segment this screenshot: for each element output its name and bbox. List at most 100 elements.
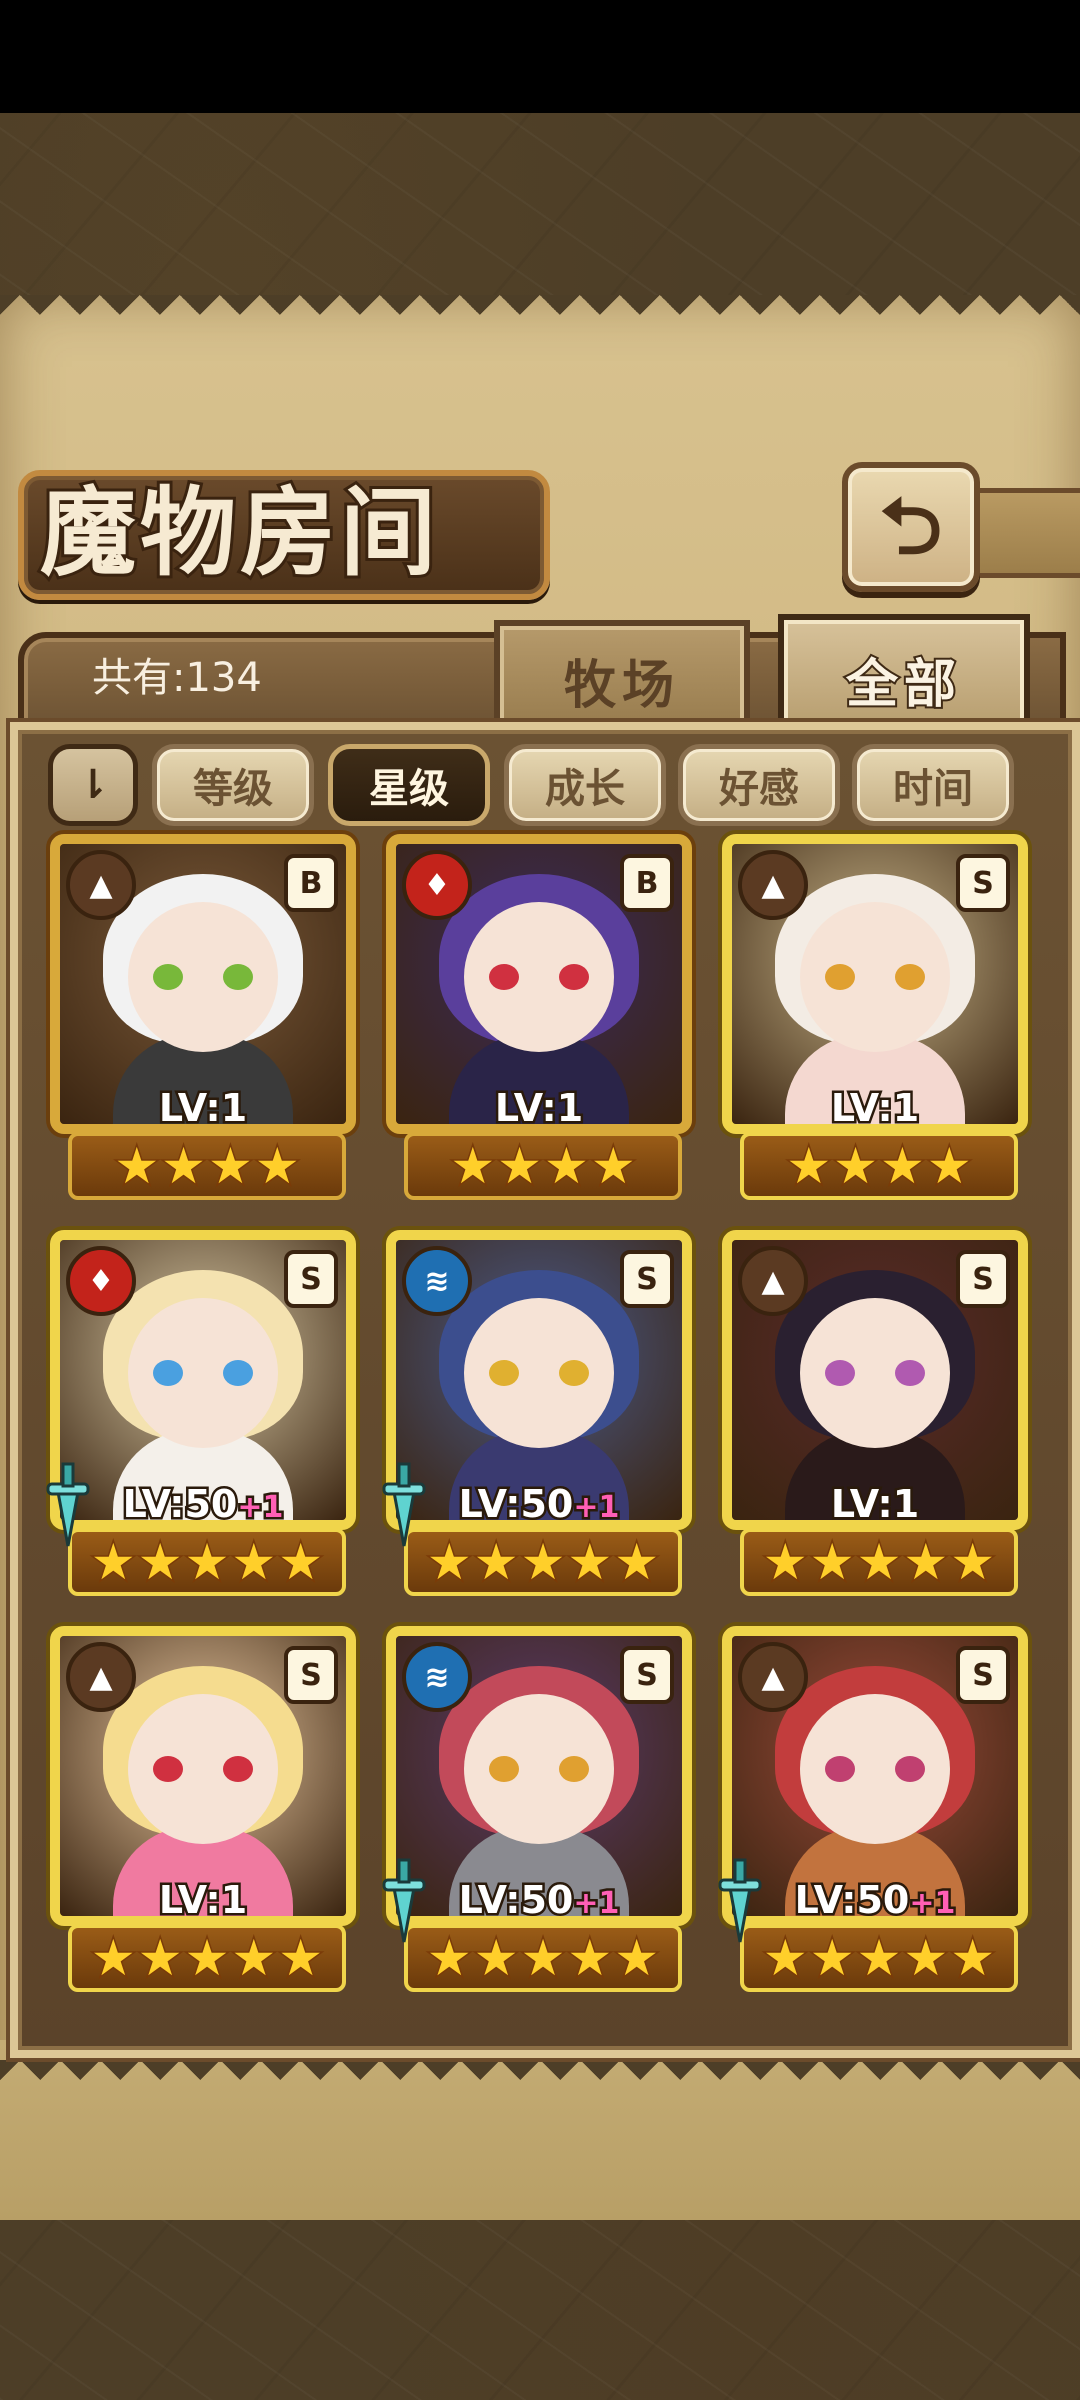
level-text: LV:1 <box>828 1084 921 1130</box>
waves-icon: ≋ <box>402 1642 472 1712</box>
star-icon: ★ <box>183 1533 231 1591</box>
monster-level: LV:50+1 <box>396 1876 682 1922</box>
star-icon: ★ <box>277 1929 325 1987</box>
sword-icon <box>46 1462 90 1547</box>
page-title: 魔物房间 <box>37 475 440 591</box>
mountain-icon: ▲ <box>66 1642 136 1712</box>
star-icon: ★ <box>253 1137 301 1195</box>
back-arrow-icon: ⮌ <box>879 482 943 572</box>
star-rating: ★ ★ ★ ★ ★ <box>68 1528 346 1596</box>
star-rating: ★ ★ ★ ★ <box>404 1132 682 1200</box>
level-bonus: +1 <box>235 1488 286 1525</box>
mountain-icon: ▲ <box>738 1246 808 1316</box>
waves-icon: ≋ <box>402 1246 472 1316</box>
mountain-icon: ▲ <box>738 850 808 920</box>
level-text: LV:1 <box>492 1084 585 1130</box>
sort-time-button[interactable]: 时间 <box>852 744 1014 826</box>
sort-star-button[interactable]: 星级 <box>328 744 490 826</box>
star-icon: ★ <box>89 1929 137 1987</box>
star-icon: ★ <box>230 1929 278 1987</box>
monster-card[interactable]: ▲ S LV:1 ★ ★ ★ ★ <box>722 834 1028 1200</box>
monster-card[interactable]: ≋ S LV:50+1 ★ ★ ★ ★ ★ <box>382 1230 692 1596</box>
rank-badge: S <box>284 1250 338 1308</box>
flame-icon: ♦ <box>402 850 472 920</box>
monster-level: LV:50+1 <box>732 1876 1018 1917</box>
sword-icon <box>382 1462 426 1547</box>
star-icon: ★ <box>832 1137 880 1195</box>
level-text: LV:50 <box>456 1876 576 1922</box>
star-icon: ★ <box>496 1137 544 1195</box>
rank-badge: S <box>620 1250 674 1308</box>
star-icon: ★ <box>136 1929 184 1987</box>
monster-card[interactable]: ≋ S LV:50+1 ★ ★ ★ ★ ★ <box>382 1626 692 1992</box>
sword-icon <box>382 1858 426 1943</box>
rank-badge: S <box>620 1646 674 1704</box>
star-rating: ★ ★ ★ ★ ★ <box>68 1924 346 1992</box>
monster-level: LV:1 <box>732 1084 1018 1130</box>
level-text: LV:1 <box>156 1876 249 1922</box>
back-button[interactable]: ⮌ <box>842 462 980 592</box>
star-rating: ★ ★ ★ ★ ★ <box>404 1528 682 1596</box>
board-bottom-edge <box>0 2060 1080 2100</box>
flame-icon: ♦ <box>66 1246 136 1316</box>
star-icon: ★ <box>566 1533 614 1591</box>
level-bonus: +1 <box>571 1488 622 1525</box>
star-icon: ★ <box>855 1533 903 1591</box>
sort-order-toggle[interactable]: ⇂ <box>48 744 138 826</box>
monster-portrait-frame: ≋ S LV:50+1 <box>386 1626 692 1926</box>
star-icon: ★ <box>472 1929 520 1987</box>
star-icon: ★ <box>589 1137 637 1195</box>
sort-order-icon: ⇂ <box>76 762 110 808</box>
rank-badge: B <box>284 854 338 912</box>
sort-growth-button[interactable]: 成长 <box>504 744 666 826</box>
game-screen: 魔物房间 ⮌ 共有:134 牧场 全部 ⇂ 等级 星级 成长 好感 时间 ▲ B L… <box>0 0 1080 2400</box>
star-icon: ★ <box>879 1137 927 1195</box>
monster-portrait-frame: ≋ S LV:50+1 <box>386 1230 692 1530</box>
star-icon: ★ <box>949 1929 997 1987</box>
rank-badge: S <box>956 1646 1010 1704</box>
star-rating: ★ ★ ★ ★ ★ <box>404 1924 682 1992</box>
star-icon: ★ <box>613 1929 661 1987</box>
star-icon: ★ <box>925 1137 973 1195</box>
star-rating: ★ ★ ★ ★ <box>740 1132 1018 1200</box>
monster-level: LV:1 <box>396 1084 682 1130</box>
star-icon: ★ <box>136 1533 184 1591</box>
star-icon: ★ <box>566 1929 614 1987</box>
sort-level-button[interactable]: 等级 <box>152 744 314 826</box>
sort-affection-button[interactable]: 好感 <box>678 744 840 826</box>
level-text: LV:1 <box>828 1480 921 1526</box>
sword-icon <box>718 1858 762 1943</box>
star-icon: ★ <box>543 1137 591 1195</box>
status-bar-area <box>0 0 1080 113</box>
star-icon: ★ <box>902 1929 950 1987</box>
monster-card[interactable]: ▲ S LV:1 ★ ★ ★ ★ ★ <box>50 1626 356 1992</box>
star-icon: ★ <box>855 1929 903 1987</box>
level-text: LV:1 <box>156 1084 249 1130</box>
monster-card[interactable]: ♦ B LV:1 ★ ★ ★ ★ <box>386 834 692 1200</box>
star-icon: ★ <box>449 1137 497 1195</box>
monster-portrait-frame: ♦ B LV:1 <box>386 834 692 1134</box>
star-rating: ★ ★ ★ ★ ★ <box>740 1924 1018 1992</box>
star-icon: ★ <box>761 1929 809 1987</box>
board-top-edge <box>0 295 1080 335</box>
monster-portrait-frame: ▲ S LV:1 <box>50 1626 356 1926</box>
star-icon: ★ <box>230 1533 278 1591</box>
mountain-icon: ▲ <box>738 1642 808 1712</box>
monster-level: LV:50+1 <box>396 1480 682 1526</box>
star-icon: ★ <box>761 1533 809 1591</box>
monster-card[interactable]: ▲ B LV:1 ★ ★ ★ ★ <box>50 834 356 1200</box>
level-bonus: +1 <box>571 1884 622 1921</box>
monster-count: 共有:134 <box>92 655 262 701</box>
monster-card[interactable]: ▲ S LV:50+1 ★ ★ ★ ★ ★ <box>718 1626 1028 1992</box>
rank-badge: S <box>284 1646 338 1704</box>
mountain-icon: ▲ <box>66 850 136 920</box>
monster-level: LV:50+1 <box>60 1480 346 1525</box>
monster-portrait-frame: ♦ S LV:50+1 <box>50 1230 356 1530</box>
star-icon: ★ <box>277 1533 325 1591</box>
star-icon: ★ <box>207 1137 255 1195</box>
star-rating: ★ ★ ★ ★ <box>68 1132 346 1200</box>
level-text: LV:50 <box>456 1480 576 1526</box>
monster-card[interactable]: ♦ S LV:50+1 ★ ★ ★ ★ ★ <box>46 1230 356 1596</box>
monster-card[interactable]: ▲ S LV:1 ★ ★ ★ ★ ★ <box>722 1230 1028 1596</box>
monster-portrait-frame: ▲ B LV:1 <box>50 834 356 1134</box>
